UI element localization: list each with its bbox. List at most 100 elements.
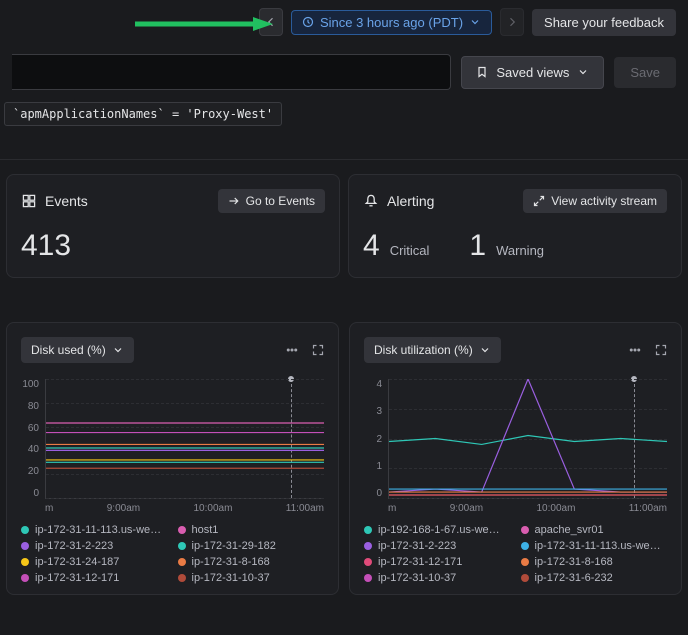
legend-swatch (521, 542, 529, 550)
metric-label: Disk utilization (%) (374, 343, 473, 357)
chart-expand-button[interactable] (655, 344, 667, 356)
saved-views-label: Saved views (496, 65, 569, 80)
legend-label: ip-172-31-2-223 (378, 540, 456, 552)
y-axis: 4 3 2 1 0 (364, 379, 388, 499)
top-bar: Since 3 hours ago (PDT) Share your feedb… (0, 0, 688, 44)
legend-label: ip-172-31-12-171 (35, 572, 119, 584)
arrow-right-icon (228, 195, 240, 207)
legend-label: ip-172-31-8-168 (192, 556, 270, 568)
events-count: 413 (21, 229, 325, 263)
legend-item[interactable]: ip-172-31-8-168 (521, 556, 668, 568)
chart-disk-used: Disk used (%) 100 80 60 40 20 0 (6, 322, 339, 595)
chevron-down-icon (112, 344, 124, 356)
charts-row: Disk used (%) 100 80 60 40 20 0 (0, 322, 688, 595)
chart-plot[interactable] (45, 379, 324, 499)
legend-label: ip-192-168-1-67.us-we… (378, 524, 500, 536)
chevron-down-icon (479, 344, 491, 356)
legend-swatch (364, 558, 372, 566)
time-picker[interactable]: Since 3 hours ago (PDT) (291, 10, 492, 35)
clock-icon (302, 16, 314, 28)
share-feedback-button[interactable]: Share your feedback (532, 9, 676, 36)
expand-icon (655, 344, 667, 356)
legend-swatch (178, 542, 186, 550)
time-prev-button[interactable] (259, 8, 283, 36)
legend-swatch (521, 558, 529, 566)
legend-label: ip-172-31-8-168 (535, 556, 613, 568)
metric-selector-disk-utilization[interactable]: Disk utilization (%) (364, 337, 501, 363)
go-to-events-button[interactable]: Go to Events (218, 189, 325, 213)
legend-label: host1 (192, 524, 219, 536)
bookmark-icon (476, 66, 488, 78)
go-to-events-label: Go to Events (246, 194, 315, 208)
chart-plot[interactable] (388, 379, 667, 499)
legend-item[interactable]: ip-172-31-11-113.us-we… (21, 524, 168, 536)
legend-item[interactable]: ip-172-31-12-171 (21, 572, 168, 584)
legend-label: ip-172-31-24-187 (35, 556, 119, 568)
events-icon (21, 193, 37, 209)
legend-swatch (364, 574, 372, 582)
chart-expand-button[interactable] (312, 344, 324, 356)
legend-swatch (364, 542, 372, 550)
time-picker-label: Since 3 hours ago (PDT) (320, 15, 463, 30)
legend-label: apache_svr01 (535, 524, 604, 536)
events-card: Events Go to Events 413 (6, 174, 340, 278)
toolbar: Saved views Save (0, 44, 688, 102)
legend-item[interactable]: ip-192-168-1-67.us-we… (364, 524, 511, 536)
legend-label: ip-172-31-2-223 (35, 540, 113, 552)
x-axis: m 9:00am 10:00am 11:00am (21, 503, 324, 514)
expand-icon (312, 344, 324, 356)
legend-item[interactable]: ip-172-31-11-113.us-we… (521, 540, 668, 552)
legend: ip-172-31-11-113.us-we… host1 ip-172-31-2-… (21, 524, 324, 584)
chart-disk-utilization: Disk utilization (%) 4 3 2 1 0 (349, 322, 682, 595)
legend-item[interactable]: ip-172-31-24-187 (21, 556, 168, 568)
more-icon (286, 344, 298, 356)
legend-item[interactable]: ip-172-31-12-171 (364, 556, 511, 568)
search-input[interactable] (12, 54, 451, 90)
separator (0, 140, 688, 160)
legend: ip-192-168-1-67.us-we… apache_svr01 ip-172… (364, 524, 667, 584)
view-activity-stream-button[interactable]: View activity stream (523, 189, 667, 213)
legend-item[interactable]: ip-172-31-8-168 (178, 556, 325, 568)
legend-item[interactable]: apache_svr01 (521, 524, 668, 536)
legend-label: ip-172-31-11-113.us-we… (535, 540, 661, 552)
legend-item[interactable]: ip-172-31-10-37 (364, 572, 511, 584)
chart-more-button[interactable] (629, 344, 641, 356)
y-axis: 100 80 60 40 20 0 (21, 379, 45, 499)
legend-item[interactable]: ip-172-31-2-223 (21, 540, 168, 552)
legend-item[interactable]: ip-172-31-6-232 (521, 572, 668, 584)
legend-swatch (21, 526, 29, 534)
alerting-title: Alerting (387, 193, 434, 209)
legend-swatch (521, 526, 529, 534)
legend-swatch (521, 574, 529, 582)
time-next-button[interactable] (500, 8, 524, 36)
expand-icon (533, 195, 545, 207)
legend-swatch (178, 526, 186, 534)
more-icon (629, 344, 641, 356)
chart-more-button[interactable] (286, 344, 298, 356)
filter-chip[interactable]: `apmApplicationNames` = 'Proxy-West' (4, 102, 282, 126)
critical-label: Critical (390, 243, 430, 258)
x-axis: m 9:00am 10:00am 11:00am (364, 503, 667, 514)
legend-item[interactable]: ip-172-31-29-182 (178, 540, 325, 552)
chevron-right-icon (506, 16, 518, 28)
bell-icon (363, 193, 379, 209)
legend-swatch (178, 558, 186, 566)
filter-chips: `apmApplicationNames` = 'Proxy-West' (0, 102, 688, 140)
legend-item[interactable]: ip-172-31-2-223 (364, 540, 511, 552)
events-title: Events (45, 193, 88, 209)
legend-label: ip-172-31-29-182 (192, 540, 276, 552)
legend-swatch (364, 526, 372, 534)
saved-views-button[interactable]: Saved views (461, 56, 604, 89)
save-button[interactable]: Save (614, 57, 676, 88)
legend-swatch (21, 574, 29, 582)
critical-count: 4 (363, 229, 380, 263)
legend-item[interactable]: ip-172-31-10-37 (178, 572, 325, 584)
legend-label: ip-172-31-12-171 (378, 556, 462, 568)
warning-label: Warning (496, 243, 544, 258)
legend-swatch (178, 574, 186, 582)
warning-count: 1 (469, 229, 486, 263)
legend-swatch (21, 558, 29, 566)
metric-selector-disk-used[interactable]: Disk used (%) (21, 337, 134, 363)
legend-item[interactable]: host1 (178, 524, 325, 536)
legend-label: ip-172-31-6-232 (535, 572, 613, 584)
